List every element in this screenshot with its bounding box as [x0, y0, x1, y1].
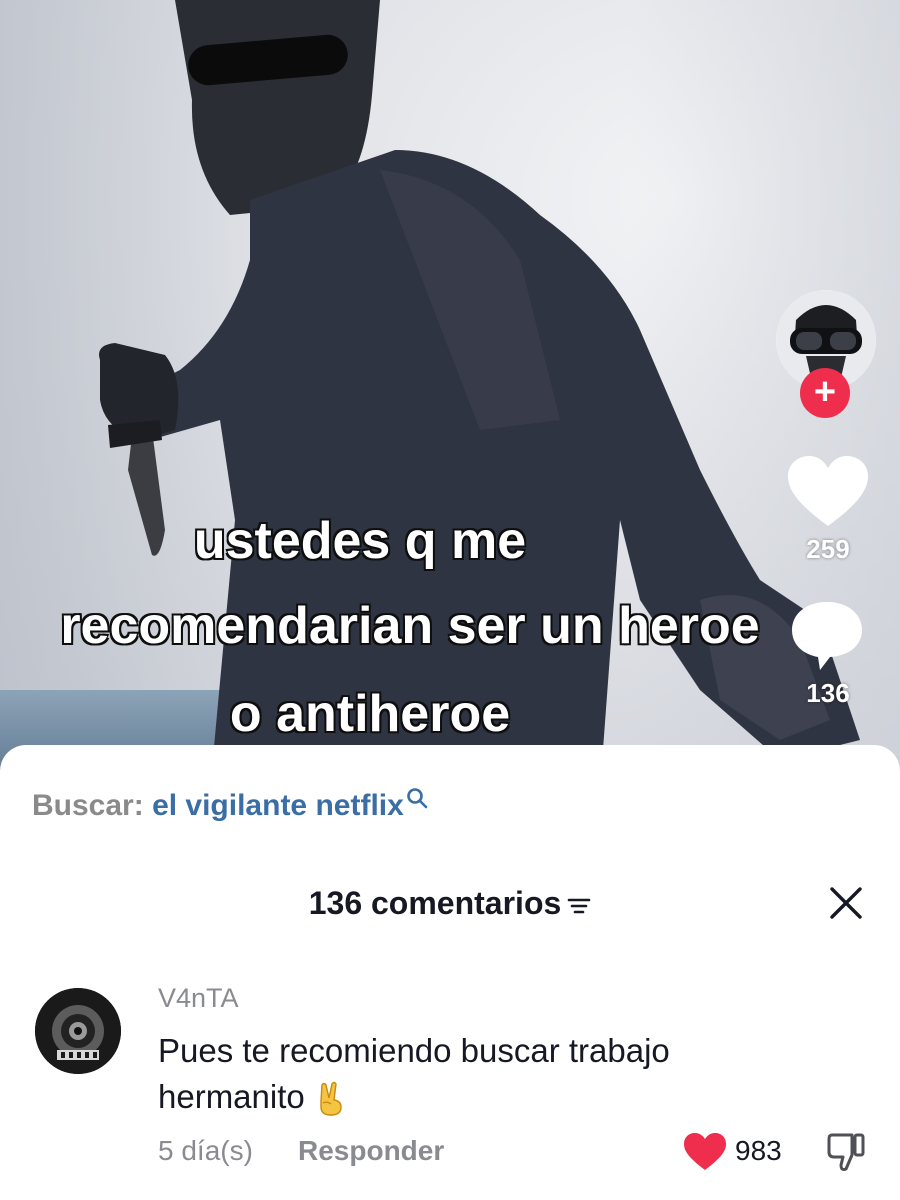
- comments-count: 136: [806, 678, 850, 708]
- comments-header: 136 comentarios: [0, 885, 900, 922]
- reply-button[interactable]: Responder: [298, 1135, 444, 1167]
- search-icon: [406, 788, 428, 809]
- commenter-avatar[interactable]: [35, 988, 121, 1074]
- comment-text-block: Pues te recomiendo buscar trabajo herman…: [158, 1028, 798, 1120]
- search-suggestion[interactable]: Buscar: el vigilante netflix: [32, 788, 428, 823]
- comment-text: Pues te recomiendo buscar trabajo herman…: [158, 1032, 670, 1115]
- comment-like-count: 983: [735, 1135, 782, 1166]
- likes-count: 259: [806, 534, 850, 564]
- masked-person-figure: [99, 0, 860, 790]
- caption-line-2: recomendarian ser un heroe: [59, 597, 760, 655]
- like-heart-icon[interactable]: [788, 456, 868, 528]
- caption-line-3: o antiheroe: [229, 685, 511, 743]
- comment-like-heart-icon[interactable]: [684, 1133, 726, 1171]
- video-player[interactable]: ustedes q me recomendarian ser un heroe …: [0, 0, 900, 790]
- follow-plus-button[interactable]: +: [800, 368, 850, 418]
- commenter-avatar-image: [35, 988, 121, 1074]
- sort-filter-icon[interactable]: [567, 895, 591, 917]
- comment-time: 5 día(s): [158, 1135, 253, 1166]
- close-icon[interactable]: [828, 885, 864, 921]
- comment-bubble-icon[interactable]: [790, 600, 864, 672]
- comment-username[interactable]: V4nTA: [158, 983, 239, 1014]
- search-label: Buscar:: [32, 789, 144, 822]
- caption-line-1: ustedes q me: [193, 512, 527, 570]
- dislike-icon[interactable]: [826, 1131, 866, 1173]
- comments-sheet: Buscar: el vigilante netflix 136 comenta…: [0, 745, 900, 1200]
- comments-title: 136 comentarios: [308, 885, 562, 921]
- victory-hand-emoji-icon: [320, 1082, 342, 1116]
- search-term[interactable]: el vigilante netflix: [152, 789, 404, 822]
